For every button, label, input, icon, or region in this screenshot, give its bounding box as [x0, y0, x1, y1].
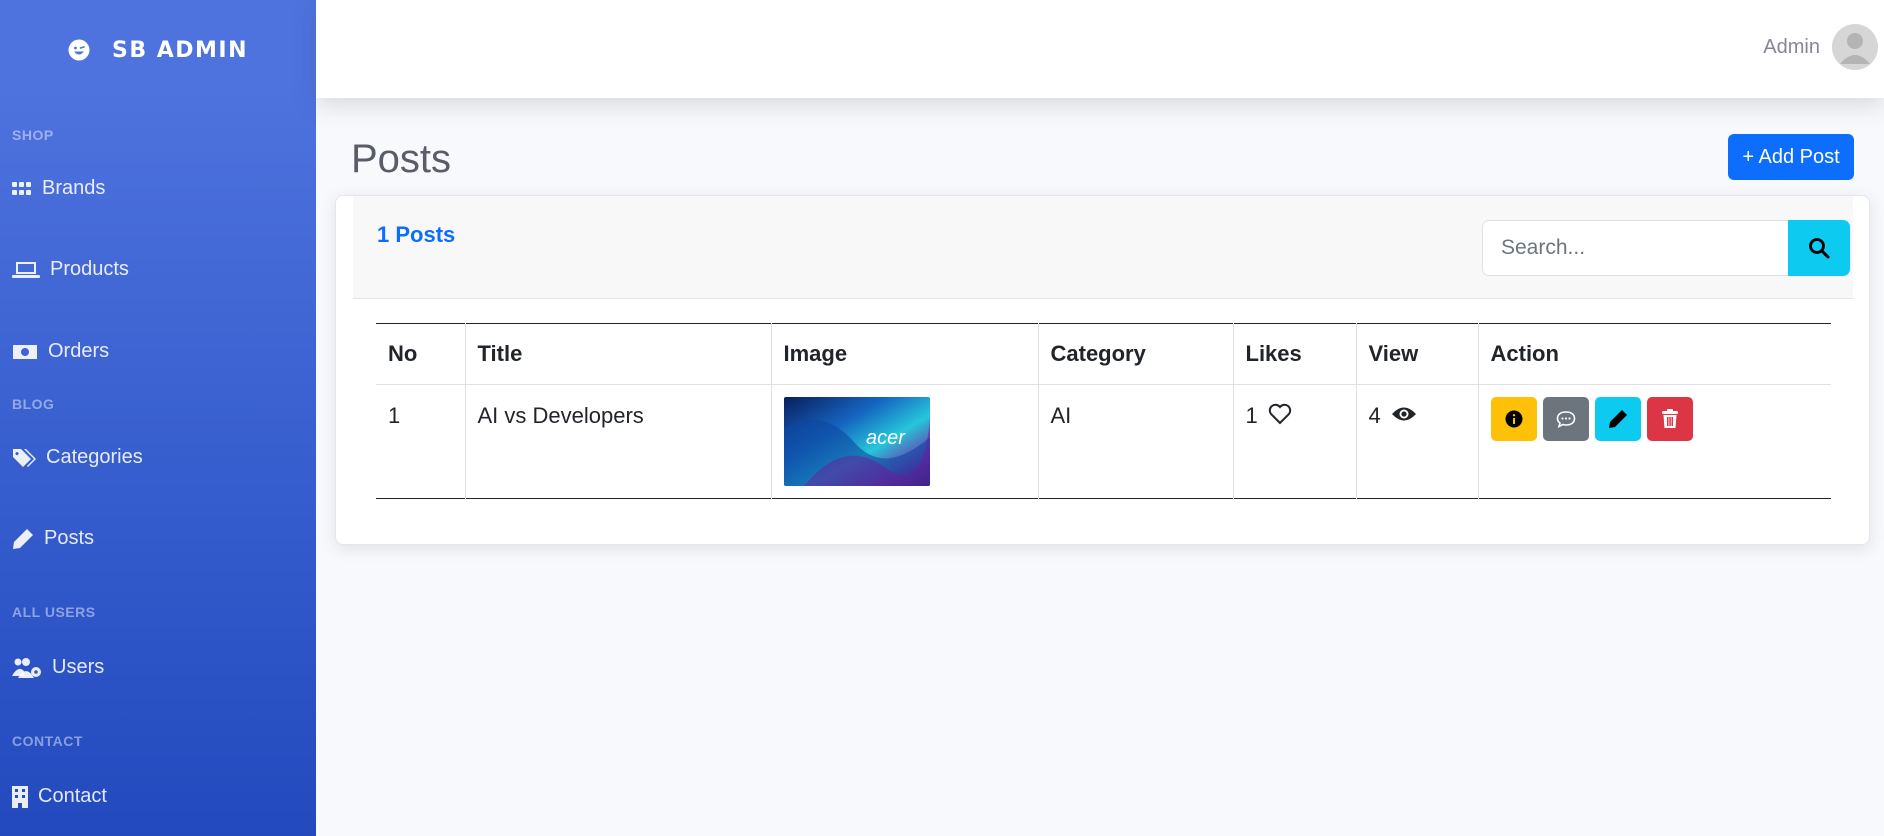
sidebar-item-brands[interactable]: Brands: [12, 177, 105, 200]
column-header-category: Category: [1037, 323, 1233, 385]
views-count: 4: [1368, 403, 1381, 428]
table-row: 1 AI vs Developers acer AI 1 4: [376, 384, 1831, 499]
search-input[interactable]: [1482, 220, 1788, 276]
sidebar-item-users[interactable]: Users: [12, 656, 104, 679]
column-header-likes: Likes: [1232, 323, 1356, 385]
building-icon: [12, 785, 28, 808]
pencil-icon: [1608, 410, 1627, 428]
money-bill-icon: [13, 344, 37, 359]
sidebar-item-posts[interactable]: Posts: [12, 527, 94, 550]
posts-card: 1 Posts No Title Image Category Likes Vi…: [335, 195, 1870, 545]
sidebar-brand[interactable]: SB ADMIN: [0, 30, 316, 70]
avatar[interactable]: [1832, 24, 1878, 70]
edit-button[interactable]: [1594, 397, 1641, 441]
tags-icon: [13, 448, 36, 467]
sidebar-heading-all-users: ALL USERS: [12, 604, 96, 620]
cell-views: 4: [1355, 384, 1478, 499]
add-post-button[interactable]: + Add Post: [1728, 134, 1854, 180]
laugh-wink-icon: [68, 39, 90, 61]
likes-count: 1: [1245, 403, 1258, 428]
trash-icon: [1661, 409, 1678, 428]
cell-title: AI vs Developers: [464, 384, 771, 499]
heart-icon: [1268, 403, 1292, 425]
sidebar-item-label: Contact: [38, 785, 107, 807]
sidebar-heading-shop: SHOP: [12, 127, 54, 143]
card-header: 1 Posts: [353, 196, 1853, 299]
grid-icon: [12, 181, 31, 195]
sidebar-item-categories[interactable]: Categories: [12, 446, 143, 469]
posts-count: 1 Posts: [377, 222, 456, 247]
eye-icon: [1391, 407, 1416, 421]
delete-button[interactable]: [1646, 397, 1693, 441]
page-title: Posts: [351, 137, 452, 181]
column-header-title: Title: [464, 323, 771, 385]
view-details-button[interactable]: [1490, 397, 1537, 441]
laptop-icon: [12, 261, 40, 278]
column-header-view: View: [1355, 323, 1478, 385]
row-actions: [1490, 397, 1820, 441]
table-header-row: No Title Image Category Likes View Actio…: [376, 323, 1831, 385]
sidebar-item-label: Posts: [44, 527, 95, 549]
post-thumbnail: acer: [783, 397, 930, 486]
users-gear-icon: [12, 657, 41, 678]
sidebar-item-orders[interactable]: Orders: [12, 340, 109, 363]
column-header-action: Action: [1477, 323, 1831, 385]
sidebar-item-label: Categories: [46, 446, 143, 468]
sidebar-heading-blog: BLOG: [12, 396, 55, 412]
sidebar-item-label: Brands: [42, 177, 106, 199]
brand-text: SB ADMIN: [111, 37, 249, 63]
info-circle-icon: [1505, 410, 1522, 428]
cell-actions: [1477, 384, 1831, 499]
sidebar-item-products[interactable]: Products: [12, 258, 129, 281]
search-button[interactable]: [1788, 220, 1850, 276]
sidebar-heading-contact: CONTACT: [12, 733, 83, 749]
posts-table: No Title Image Category Likes View Actio…: [376, 323, 1831, 499]
sidebar-item-contact[interactable]: Contact: [12, 785, 107, 808]
comments-button[interactable]: [1542, 397, 1589, 441]
cell-no: 1: [388, 403, 401, 428]
pen-icon: [13, 528, 33, 549]
cell-image: acer: [770, 384, 1038, 499]
search-icon: [1809, 238, 1830, 259]
sidebar-item-label: Products: [50, 258, 129, 280]
column-header-image: Image: [770, 323, 1038, 385]
column-header-no: No: [388, 341, 418, 366]
username: Admin: [1763, 35, 1820, 58]
cell-likes: 1: [1232, 384, 1356, 499]
sidebar-item-label: Orders: [48, 340, 110, 362]
comment-icon: [1556, 411, 1575, 428]
svg-text:acer: acer: [866, 427, 906, 449]
topbar: Admin: [316, 0, 1884, 98]
sidebar: SB ADMIN SHOP Brands Products Orders BLO…: [0, 0, 316, 836]
sidebar-item-label: Users: [52, 656, 105, 678]
user-menu[interactable]: Admin: [1763, 24, 1884, 70]
cell-category: AI: [1037, 384, 1233, 499]
